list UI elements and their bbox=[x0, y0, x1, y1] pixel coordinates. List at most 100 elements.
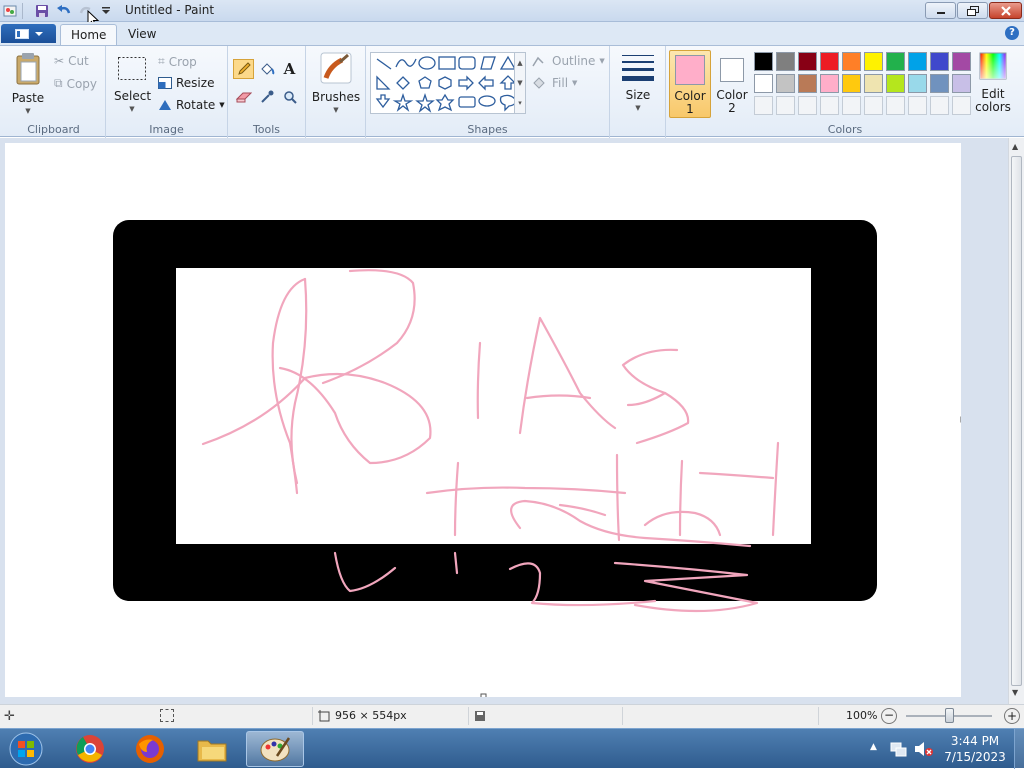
show-hidden-icons[interactable]: ▲ bbox=[870, 742, 877, 752]
shapes-scroll[interactable]: ▲ ▼ ▾ bbox=[514, 52, 526, 114]
custom-color-slot[interactable] bbox=[798, 96, 817, 115]
cut-button[interactable]: ✂ Cut bbox=[54, 54, 89, 68]
paste-button[interactable]: Paste ▼ bbox=[8, 52, 48, 118]
tools-group: A Tools bbox=[228, 46, 306, 138]
resize-button[interactable]: Resize bbox=[158, 76, 214, 90]
zoom-in-button[interactable]: + bbox=[1004, 708, 1020, 724]
palette-swatch[interactable] bbox=[776, 74, 795, 93]
show-desktop-button[interactable] bbox=[1014, 729, 1024, 769]
minimize-button[interactable] bbox=[925, 2, 956, 19]
chevron-down-icon: ▼ bbox=[635, 104, 641, 112]
color1-swatch bbox=[675, 55, 705, 85]
custom-color-slot[interactable] bbox=[930, 96, 949, 115]
magnifier-tool[interactable] bbox=[279, 87, 300, 107]
palette-swatch[interactable] bbox=[952, 52, 971, 71]
palette-swatch[interactable] bbox=[864, 74, 883, 93]
palette-swatch[interactable] bbox=[908, 52, 927, 71]
copy-button[interactable]: ⧉ Copy bbox=[54, 76, 97, 91]
palette-swatch[interactable] bbox=[754, 74, 773, 93]
pencil-tool[interactable] bbox=[233, 59, 254, 79]
palette-swatch[interactable] bbox=[820, 52, 839, 71]
zoom-slider-thumb[interactable] bbox=[945, 708, 954, 723]
fill-button[interactable]: Fill ▼ bbox=[532, 76, 577, 90]
fill-tool[interactable] bbox=[256, 59, 277, 79]
file-menu-button[interactable] bbox=[1, 24, 56, 43]
color2-button[interactable]: Color 2 bbox=[712, 50, 752, 118]
palette-swatch[interactable] bbox=[798, 74, 817, 93]
scroll-up-icon[interactable]: ▲ bbox=[1012, 142, 1018, 151]
size-label: Size bbox=[625, 88, 651, 102]
shapes-gallery[interactable] bbox=[370, 52, 520, 114]
custom-color-slot[interactable] bbox=[952, 96, 971, 115]
palette-swatch[interactable] bbox=[754, 52, 773, 71]
palette-swatch[interactable] bbox=[886, 52, 905, 71]
custom-color-slot[interactable] bbox=[754, 96, 773, 115]
chrome-icon bbox=[76, 735, 104, 763]
paint-app-icon[interactable] bbox=[2, 3, 18, 19]
custom-color-slot[interactable] bbox=[886, 96, 905, 115]
chevron-down-icon: ▼ bbox=[333, 106, 339, 114]
palette-swatch[interactable] bbox=[908, 74, 927, 93]
select-button[interactable]: Select ▼ bbox=[114, 56, 151, 116]
explorer-taskbar-button[interactable] bbox=[184, 731, 240, 767]
drawing-canvas[interactable] bbox=[5, 143, 967, 700]
undo-icon[interactable] bbox=[56, 3, 72, 19]
close-button[interactable] bbox=[989, 2, 1022, 19]
palette-swatch[interactable] bbox=[820, 74, 839, 93]
palette-swatch[interactable] bbox=[886, 74, 905, 93]
vertical-scrollbar[interactable]: ▲ ▼ bbox=[1008, 138, 1024, 704]
start-button[interactable] bbox=[0, 731, 52, 767]
text-tool-icon[interactable]: A bbox=[279, 59, 300, 79]
scroll-thumb[interactable] bbox=[1011, 156, 1022, 686]
save-icon[interactable] bbox=[34, 3, 50, 19]
eraser-icon bbox=[235, 92, 252, 103]
rotate-button[interactable]: Rotate ▼ bbox=[158, 98, 225, 112]
zoom-level-text: 100% bbox=[846, 709, 878, 722]
color2-label-line2: 2 bbox=[728, 101, 736, 115]
tab-view[interactable]: View bbox=[118, 24, 166, 45]
fill-icon bbox=[533, 77, 545, 89]
crop-button[interactable]: ⌗ Crop bbox=[158, 54, 197, 69]
palette-swatch[interactable] bbox=[930, 52, 949, 71]
eraser-tool[interactable] bbox=[233, 87, 254, 107]
palette-swatch[interactable] bbox=[864, 52, 883, 71]
brushes-button[interactable]: Brushes ▼ bbox=[311, 52, 361, 117]
volume-muted-icon[interactable] bbox=[914, 741, 934, 757]
palette-swatch[interactable] bbox=[842, 52, 861, 71]
clock-time[interactable]: 3:44 PM bbox=[940, 734, 1010, 748]
zoom-out-button[interactable]: − bbox=[881, 708, 897, 724]
color1-button[interactable]: Color 1 bbox=[669, 50, 711, 118]
resize-handle-bottom[interactable] bbox=[480, 693, 487, 700]
paint-taskbar-button[interactable] bbox=[246, 731, 304, 767]
palette-swatch[interactable] bbox=[798, 52, 817, 71]
shapes-group: ▲ ▼ ▾ Outline ▼ Fill ▼ Shapes bbox=[366, 46, 610, 138]
crop-icon: ⌗ bbox=[158, 54, 165, 68]
custom-color-slot[interactable] bbox=[842, 96, 861, 115]
outline-label: Outline bbox=[552, 54, 596, 68]
size-button[interactable]: Size ▼ bbox=[616, 52, 660, 115]
clock-date[interactable]: 7/15/2023 bbox=[940, 750, 1010, 764]
custom-color-slot[interactable] bbox=[908, 96, 927, 115]
help-icon[interactable]: ? bbox=[1005, 26, 1019, 40]
firefox-taskbar-button[interactable] bbox=[122, 731, 178, 767]
select-icon bbox=[118, 57, 146, 80]
cut-label: Cut bbox=[68, 54, 89, 68]
custom-color-slot[interactable] bbox=[864, 96, 883, 115]
restore-button[interactable] bbox=[957, 2, 988, 19]
network-icon[interactable] bbox=[890, 741, 908, 757]
scroll-down-icon[interactable]: ▼ bbox=[1012, 688, 1018, 697]
outline-button[interactable]: Outline ▼ bbox=[532, 54, 605, 68]
colors-group-label: Colors bbox=[827, 123, 863, 136]
palette-swatch[interactable] bbox=[952, 74, 971, 93]
edit-colors-button[interactable]: Edit colors bbox=[974, 52, 1012, 114]
tab-home[interactable]: Home bbox=[60, 24, 118, 45]
custom-color-slot[interactable] bbox=[820, 96, 839, 115]
chrome-taskbar-button[interactable] bbox=[62, 731, 118, 767]
color-picker-tool[interactable] bbox=[256, 87, 277, 107]
palette-swatch[interactable] bbox=[842, 74, 861, 93]
tools-group-label: Tools bbox=[252, 123, 281, 136]
custom-color-slot[interactable] bbox=[776, 96, 795, 115]
palette-swatch[interactable] bbox=[930, 74, 949, 93]
palette-swatch[interactable] bbox=[776, 52, 795, 71]
colors-group: Color 1 Color 2 Edit colors Colors bbox=[666, 46, 1024, 138]
